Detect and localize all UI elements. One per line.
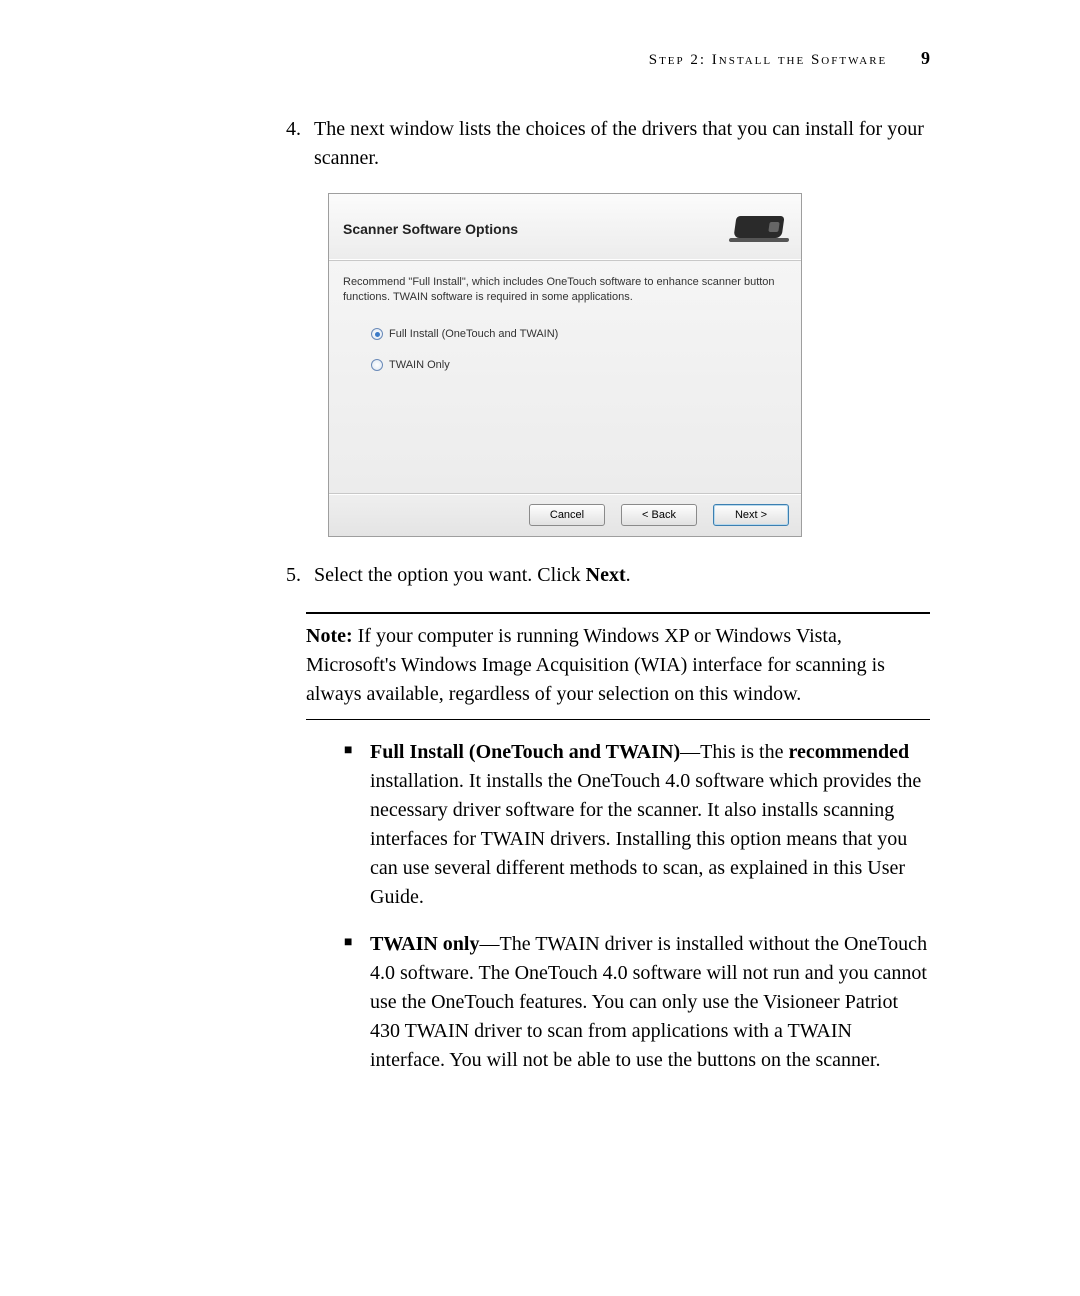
radio-icon <box>371 328 383 340</box>
dialog-title: Scanner Software Options <box>343 219 518 239</box>
dialog-footer: Cancel < Back Next > <box>329 493 801 536</box>
radio-full-install[interactable]: Full Install (OneTouch and TWAIN) <box>371 327 787 342</box>
cancel-button[interactable]: Cancel <box>529 504 605 526</box>
dialog-header: Scanner Software Options <box>329 194 801 261</box>
bullet1-bold1: Full Install (OneTouch and TWAIN) <box>370 741 680 763</box>
bullet2-bold: TWAIN only <box>370 933 479 955</box>
bullet-twain-only: TWAIN only—The TWAIN driver is installed… <box>344 930 930 1075</box>
bullet1-mid: —This is the <box>680 741 788 763</box>
step-4-text: The next window lists the choices of the… <box>314 118 924 169</box>
option-descriptions: Full Install (OneTouch and TWAIN)—This i… <box>344 738 930 1075</box>
scanner-icon <box>729 208 789 250</box>
radio-twain-only[interactable]: TWAIN Only <box>371 358 787 373</box>
radio-full-install-label: Full Install (OneTouch and TWAIN) <box>389 327 558 342</box>
note-text: If your computer is running Windows XP o… <box>306 625 885 705</box>
next-button[interactable]: Next > <box>713 504 789 526</box>
back-button[interactable]: < Back <box>621 504 697 526</box>
document-page: Step 2: Install the Software 9 The next … <box>0 0 1080 1296</box>
note-box: Note: If your computer is running Window… <box>306 612 930 720</box>
recommend-text: Recommend "Full Install", which includes… <box>343 275 787 305</box>
scanner-options-dialog: Scanner Software Options Recommend "Full… <box>328 193 802 537</box>
section-title: Step 2: Install the Software <box>649 52 888 68</box>
page-number: 9 <box>921 48 930 68</box>
bullet1-bold2: recommended <box>788 741 909 763</box>
bullet-full-install: Full Install (OneTouch and TWAIN)—This i… <box>344 738 930 912</box>
dialog-figure: Scanner Software Options Recommend "Full… <box>314 193 930 537</box>
step-5: Select the option you want. Click Next. <box>306 561 930 590</box>
dialog-body: Recommend "Full Install", which includes… <box>329 261 801 493</box>
step-4: The next window lists the choices of the… <box>306 115 930 537</box>
step-5-bold: Next <box>586 564 626 586</box>
note-label: Note: <box>306 625 353 647</box>
running-header: Step 2: Install the Software 9 <box>306 48 930 69</box>
step-list: The next window lists the choices of the… <box>306 115 930 590</box>
step-5-pre: Select the option you want. Click <box>314 564 586 586</box>
radio-icon <box>371 359 383 371</box>
bullet1-rest: installation. It installs the OneTouch 4… <box>370 770 921 908</box>
radio-twain-only-label: TWAIN Only <box>389 358 450 373</box>
step-5-post: . <box>626 564 631 586</box>
